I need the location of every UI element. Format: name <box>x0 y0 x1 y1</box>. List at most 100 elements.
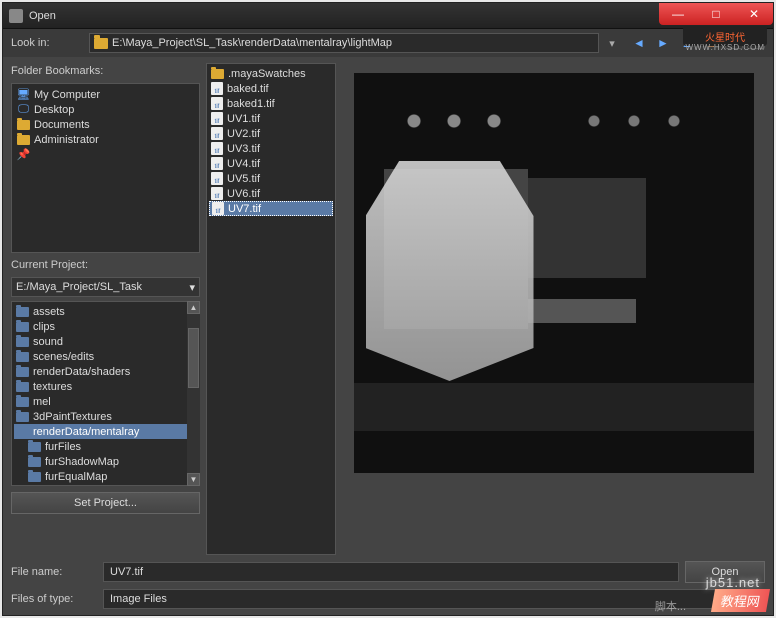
folder-icon <box>16 412 29 422</box>
tree-item[interactable]: scenes/edits <box>14 349 197 364</box>
main-columns: Folder Bookmarks: 🖥My Computer🖵DesktopDo… <box>3 57 773 555</box>
bookmarks-list[interactable]: 🖥My Computer 🖵 DesktopDocuments Administrat… <box>11 83 200 253</box>
tree-item-label: 3dPaintTextures <box>33 411 112 423</box>
tif-file-icon <box>212 202 224 215</box>
open-button[interactable]: Open <box>685 561 765 583</box>
file-item-label: .mayaSwatches <box>228 68 306 80</box>
file-item-label: UV2.tif <box>227 128 260 140</box>
lookin-path-dropdown[interactable]: E:\Maya_Project\SL_Task\renderData\menta… <box>89 33 599 53</box>
tree-item-label: sound <box>33 336 63 348</box>
tree-item[interactable]: clips <box>14 319 197 334</box>
tree-item-label: furShadowMap <box>45 456 119 468</box>
dropdown-arrow-icon[interactable]: ▾ <box>605 37 619 50</box>
tree-item[interactable]: textures <box>14 379 197 394</box>
file-item-label: UV3.tif <box>227 143 260 155</box>
project-path-text: E:/Maya_Project/SL_Task <box>16 281 142 293</box>
folder-icon <box>94 38 108 49</box>
file-item[interactable]: UV5.tif <box>209 171 333 186</box>
tree-scrollbar[interactable]: ▲ ▼ <box>187 301 200 486</box>
folder-icon <box>17 134 30 145</box>
scroll-thumb[interactable] <box>188 328 199 388</box>
bookmark-label: Administrator <box>34 134 99 146</box>
tree-item-label: renderData/mentalray <box>33 426 139 438</box>
bookmark-item[interactable]: 📌 <box>15 147 196 162</box>
tree-item[interactable]: furEqualMap <box>14 469 197 484</box>
tree-item-label: textures <box>33 381 72 393</box>
lookin-path-text: E:\Maya_Project\SL_Task\renderData\menta… <box>112 37 594 49</box>
tif-file-icon <box>211 112 223 125</box>
set-project-button[interactable]: Set Project... <box>11 492 200 514</box>
tree-item-label: scenes/edits <box>33 351 94 363</box>
folder-icon <box>16 397 29 407</box>
file-item[interactable]: UV7.tif <box>209 201 333 216</box>
lookin-label: Look in: <box>11 37 83 49</box>
tree-item-label: furImages <box>45 486 94 487</box>
close-button[interactable]: ✕ <box>735 3 773 25</box>
bookmark-item[interactable]: Documents <box>15 117 196 132</box>
tree-item-label: clips <box>33 321 55 333</box>
app-icon <box>9 9 23 23</box>
scroll-up-icon[interactable]: ▲ <box>187 301 200 314</box>
tree-item[interactable]: mel <box>14 394 197 409</box>
file-list[interactable]: .mayaSwatchesbaked.tif baked1.tif UV1.tif U… <box>206 63 336 555</box>
file-item[interactable]: UV3.tif <box>209 141 333 156</box>
tree-item[interactable]: assets <box>14 304 197 319</box>
nav-forward-icon[interactable]: ► <box>653 33 673 53</box>
bookmark-item[interactable]: 🖵 Desktop <box>15 102 196 117</box>
project-path-dropdown[interactable]: E:/Maya_Project/SL_Task ▾ <box>11 277 200 297</box>
file-item-label: baked1.tif <box>227 98 275 110</box>
tif-file-icon <box>211 172 223 185</box>
bookmark-label: Desktop <box>34 104 74 116</box>
tif-file-icon <box>211 97 223 110</box>
folder-icon <box>16 427 29 437</box>
folder-icon <box>28 442 41 452</box>
tree-item[interactable]: furShadowMap <box>14 454 197 469</box>
filename-input[interactable]: UV7.tif <box>103 562 679 582</box>
scroll-down-icon[interactable]: ▼ <box>187 473 200 486</box>
minimize-button[interactable]: — <box>659 3 697 25</box>
tree-item[interactable]: renderData/shaders <box>14 364 197 379</box>
tif-file-icon <box>211 142 223 155</box>
filetype-dropdown[interactable]: Image Files <box>103 589 765 609</box>
tree-item[interactable]: renderData/mentalray <box>14 424 197 439</box>
tree-item[interactable]: sound <box>14 334 197 349</box>
tree-item-label: furEqualMap <box>45 471 107 483</box>
chevron-down-icon: ▾ <box>189 281 195 294</box>
desktop-icon: 🖵 <box>17 104 30 115</box>
file-item-label: UV1.tif <box>227 113 260 125</box>
tree-item-label: mel <box>33 396 51 408</box>
window-controls: — □ ✕ <box>659 3 773 25</box>
file-item-label: UV5.tif <box>227 173 260 185</box>
tree-item-label: assets <box>33 306 65 318</box>
open-dialog-window: — □ ✕ 火星时代 WWW.HXSD.COM Open Look in: E:… <box>2 2 774 616</box>
left-column: Folder Bookmarks: 🖥My Computer🖵DesktopDo… <box>11 63 200 555</box>
project-tree[interactable]: assets clips sound scenes/editsrenderData/s… <box>11 301 200 486</box>
titlebar[interactable]: Open <box>3 3 773 29</box>
nav-back-icon[interactable]: ◄ <box>629 33 649 53</box>
file-item[interactable]: .mayaSwatches <box>209 66 333 81</box>
filetype-label: Files of type: <box>11 593 97 605</box>
file-item-label: UV6.tif <box>227 188 260 200</box>
file-item[interactable]: UV4.tif <box>209 156 333 171</box>
file-item[interactable]: UV6.tif <box>209 186 333 201</box>
file-item[interactable]: UV2.tif <box>209 126 333 141</box>
tree-item[interactable]: 3dPaintTextures <box>14 409 197 424</box>
folder-icon <box>16 352 29 362</box>
filetype-value: Image Files <box>110 593 167 605</box>
tree-item[interactable]: furImages <box>14 484 197 486</box>
bookmark-item[interactable]: Administrator <box>15 132 196 147</box>
file-item[interactable]: baked1.tif <box>209 96 333 111</box>
file-item[interactable]: baked.tif <box>209 81 333 96</box>
maximize-button[interactable]: □ <box>697 3 735 25</box>
tif-file-icon <box>211 187 223 200</box>
image-preview <box>354 73 754 473</box>
file-item-label: UV4.tif <box>227 158 260 170</box>
folder-icon <box>17 119 30 130</box>
bookmark-item[interactable]: 🖥My Computer <box>15 87 196 102</box>
file-item[interactable]: UV1.tif <box>209 111 333 126</box>
brand-url: WWW.HXSD.COM <box>685 43 765 52</box>
folder-icon <box>16 382 29 392</box>
folder-icon <box>211 69 224 79</box>
project-label: Current Project: <box>11 259 200 271</box>
tree-item[interactable]: furFiles <box>14 439 197 454</box>
